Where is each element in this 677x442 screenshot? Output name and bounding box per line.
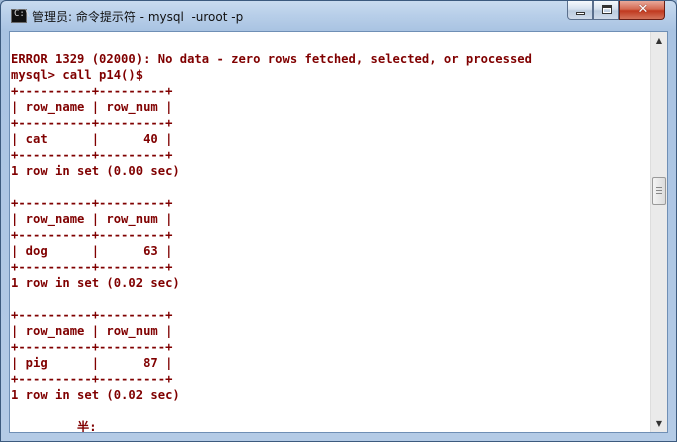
- console-line: 1 row in set (0.02 sec): [11, 276, 180, 290]
- maximize-button[interactable]: [593, 1, 619, 20]
- cmd-icon[interactable]: C:\: [11, 9, 30, 23]
- console-line: +----------+---------+: [11, 260, 173, 274]
- close-button[interactable]: ✕: [619, 1, 665, 20]
- command-prompt-window: C:\ 管理员: 命令提示符 - mysql -uroot -p ✕ ERROR…: [0, 0, 677, 442]
- console-line: 半:: [11, 420, 97, 432]
- maximize-icon: [602, 5, 612, 14]
- console-line: +----------+---------+: [11, 340, 173, 354]
- console-line: +----------+---------+: [11, 372, 173, 386]
- close-icon: ✕: [637, 2, 649, 17]
- scroll-down-icon[interactable]: ▼: [651, 415, 667, 432]
- minimize-icon: [576, 12, 585, 15]
- scroll-up-icon[interactable]: ▲: [651, 32, 667, 49]
- console-line: | row_name | row_num |: [11, 100, 173, 114]
- console-output[interactable]: ERROR 1329 (02000): No data - zero rows …: [10, 32, 650, 432]
- console-line: +----------+---------+: [11, 228, 173, 242]
- console-line: +----------+---------+: [11, 196, 173, 210]
- console-line: 1 row in set (0.02 sec): [11, 388, 180, 402]
- minimize-button[interactable]: [567, 1, 593, 20]
- console-line: +----------+---------+: [11, 148, 173, 162]
- console-line: | pig | 87 |: [11, 356, 173, 370]
- console-area: ERROR 1329 (02000): No data - zero rows …: [9, 31, 668, 433]
- console-line: | dog | 63 |: [11, 244, 173, 258]
- console-line: 1 row in set (0.00 sec): [11, 164, 180, 178]
- console-line: mysql> call p14()$: [11, 68, 144, 82]
- window-title: 管理员: 命令提示符 - mysql -uroot -p: [32, 10, 244, 24]
- grip-line: [656, 190, 662, 191]
- console-line: +----------+---------+: [11, 308, 173, 322]
- vertical-scrollbar[interactable]: ▲ ▼: [650, 32, 667, 432]
- console-line: +----------+---------+: [11, 84, 173, 98]
- console-line: | cat | 40 |: [11, 132, 173, 146]
- console-line: ERROR 1329 (02000): No data - zero rows …: [11, 52, 532, 66]
- scroll-thumb[interactable]: [652, 177, 666, 205]
- console-line: | row_name | row_num |: [11, 212, 173, 226]
- title-bar[interactable]: C:\ 管理员: 命令提示符 - mysql -uroot -p ✕: [1, 1, 676, 31]
- grip-line: [656, 187, 662, 188]
- console-text: ERROR 1329 (02000): No data - zero rows …: [10, 32, 650, 432]
- console-line: +----------+---------+: [11, 116, 173, 130]
- console-line: | row_name | row_num |: [11, 324, 173, 338]
- grip-line: [656, 193, 662, 194]
